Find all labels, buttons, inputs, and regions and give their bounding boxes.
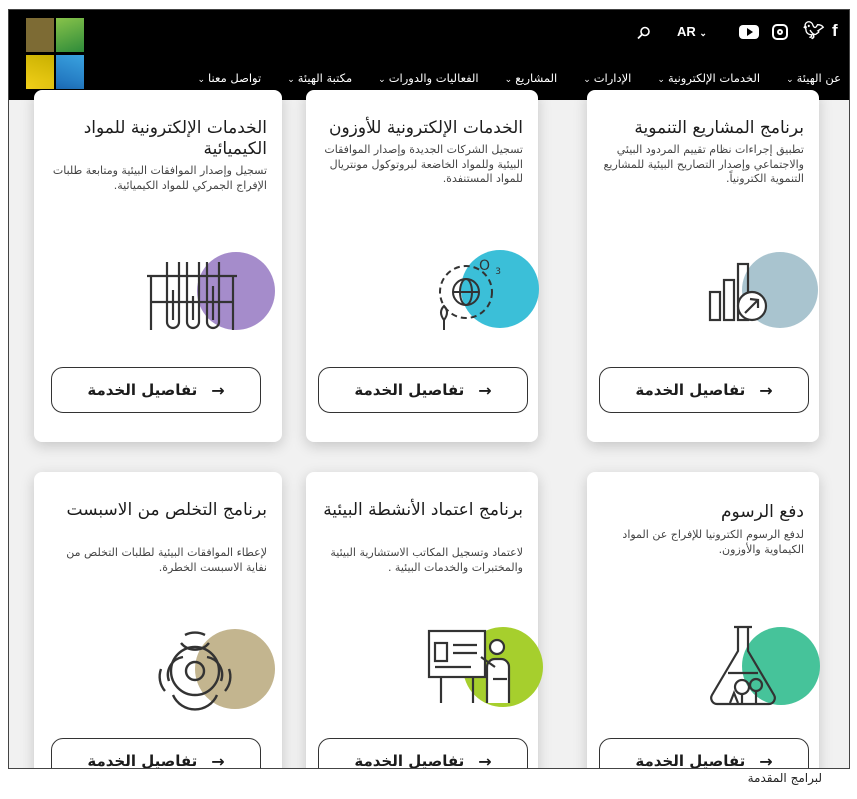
service-details-button[interactable]: → تفاصيل الخدمة	[318, 367, 528, 413]
logo-tile	[26, 55, 54, 89]
nav-item-events[interactable]: الفعاليات والدورات⌄	[378, 71, 479, 85]
card-description: لإعطاء الموافقات البيئية لطلبات التخلص م…	[66, 546, 267, 574]
logo-tile	[26, 18, 54, 52]
svg-text:O: O	[479, 258, 490, 274]
site-header: AR ⌄ 🐦︎ f عن الهيئة⌄ الخدمات الإلكترونية…	[9, 10, 849, 100]
card-illustration: O 3	[416, 240, 546, 340]
globe-ozone-icon: O 3	[439, 258, 501, 330]
main-nav: عن الهيئة⌄ الخدمات الإلكترونية⌄ الإدارات…	[198, 67, 842, 89]
nav-item-label: تواصل معنا	[208, 71, 262, 85]
chevron-down-icon: ⌄	[657, 75, 665, 85]
nav-item-contact[interactable]: تواصل معنا⌄	[198, 71, 262, 85]
button-label: تفاصيل الخدمة	[87, 752, 198, 769]
utility-bar: AR ⌄ 🐦︎ f	[629, 21, 849, 46]
card-description: لاعتماد وتسجيل المكاتب الاستشارية البيئي…	[330, 546, 523, 574]
nav-item-about[interactable]: عن الهيئة⌄	[786, 71, 841, 85]
service-details-button[interactable]: → تفاصيل الخدمة	[318, 738, 528, 769]
card-title: برنامج اعتماد الأنشطة البيئية	[323, 500, 523, 520]
chart-growth-icon	[708, 262, 768, 322]
nav-item-label: المشاريع	[515, 71, 558, 85]
service-card-fees-payment: دفع الرسوم لدفع الرسوم الكترونيا للإفراج…	[587, 472, 820, 769]
card-title: برنامج المشاريع التنموية	[634, 118, 804, 138]
button-label: تفاصيل الخدمة	[635, 381, 746, 399]
presentation-icon	[427, 629, 511, 703]
card-title: الخدمات الإلكترونية للأوزون	[328, 118, 523, 138]
arrow-right-icon: →	[211, 751, 225, 769]
svg-text:3: 3	[495, 267, 501, 277]
nav-item-projects[interactable]: المشاريع⌄	[505, 71, 558, 85]
browser-viewport: AR ⌄ 🐦︎ f عن الهيئة⌄ الخدمات الإلكترونية…	[8, 9, 850, 769]
language-selector[interactable]: AR ⌄	[677, 24, 707, 39]
nav-item-departments[interactable]: الإدارات⌄	[583, 71, 631, 85]
button-label: تفاصيل الخدمة	[87, 381, 198, 399]
flask-plants-icon	[710, 625, 776, 706]
site-logo[interactable]	[26, 18, 86, 90]
logo-tile	[56, 18, 84, 52]
arrow-right-icon: →	[759, 751, 773, 769]
arrow-right-icon: →	[759, 380, 773, 400]
card-description: لدفع الرسوم الكترونيا للإفراج عن المواد …	[622, 528, 804, 556]
card-title: الخدمات الإلكترونية للمواد الكيميائية	[83, 118, 267, 159]
chevron-down-icon: ⌄	[699, 28, 707, 38]
facebook-icon[interactable]: f	[832, 21, 838, 41]
card-illustration	[129, 617, 275, 717]
arrow-right-icon: →	[478, 751, 492, 769]
service-details-button[interactable]: → تفاصيل الخدمة	[599, 367, 809, 413]
nav-item-label: عن الهيئة	[796, 71, 841, 85]
button-label: تفاصيل الخدمة	[354, 752, 465, 769]
chevron-down-icon: ⌄	[786, 75, 794, 85]
service-card-environmental-accreditation: برنامج اعتماد الأنشطة البيئية لاعتماد وت…	[306, 472, 543, 769]
chevron-down-icon: ⌄	[287, 75, 295, 85]
arrow-right-icon: →	[211, 380, 225, 400]
nav-item-label: مكتبة الهيئة	[297, 71, 353, 85]
service-card-development-projects: برنامج المشاريع التنموية تطبيق إجراءات ن…	[587, 90, 819, 442]
instagram-icon[interactable]	[772, 24, 788, 40]
test-tubes-icon	[147, 262, 237, 330]
card-title: برنامج التخلص من الاسبست	[66, 500, 267, 520]
button-label: تفاصيل الخدمة	[354, 381, 465, 399]
biohazard-icon	[158, 631, 232, 711]
service-card-asbestos-disposal: برنامج التخلص من الاسبست لإعطاء الموافقا…	[34, 472, 282, 769]
card-description: تطبيق إجراءات نظام تقييم المردود البيئي …	[603, 143, 804, 185]
services-grid: برنامج المشاريع التنموية تطبيق إجراءات ن…	[9, 90, 849, 769]
nav-item-label: الفعاليات والدورات	[388, 71, 479, 85]
nav-item-e-services[interactable]: الخدمات الإلكترونية⌄	[657, 71, 760, 85]
chevron-down-icon: ⌄	[504, 75, 513, 85]
card-illustration	[129, 240, 275, 340]
card-title: دفع الرسوم	[721, 502, 804, 522]
chevron-down-icon: ⌄	[583, 75, 591, 85]
twitter-icon[interactable]: 🐦︎	[803, 21, 825, 41]
card-illustration	[682, 240, 818, 340]
chevron-down-icon: ⌄	[378, 75, 386, 85]
nav-item-library[interactable]: مكتبة الهيئة⌄	[287, 71, 352, 85]
language-label: AR	[677, 24, 696, 39]
card-illustration	[682, 617, 820, 717]
nav-item-label: الخدمات الإلكترونية	[667, 71, 761, 85]
arrow-right-icon: →	[478, 380, 492, 400]
search-icon[interactable]	[637, 26, 651, 40]
card-description: تسجيل الشركات الجديدة وإصدار الموافقات ا…	[324, 143, 523, 185]
service-card-ozone: الخدمات الإلكترونية للأوزون تسجيل الشركا…	[306, 90, 539, 442]
card-description: تسجيل وإصدار الموافقات البيئية ومتابعة ط…	[52, 164, 267, 192]
image-caption: لبرامج المقدمة	[747, 771, 822, 785]
service-details-button[interactable]: → تفاصيل الخدمة	[599, 738, 809, 769]
service-card-chemicals: الخدمات الإلكترونية للمواد الكيميائية تس…	[34, 90, 282, 442]
card-illustration	[411, 617, 543, 717]
nav-item-label: الإدارات	[593, 71, 632, 85]
service-details-button[interactable]: → تفاصيل الخدمة	[51, 738, 261, 769]
chevron-down-icon: ⌄	[197, 75, 206, 85]
youtube-icon[interactable]	[739, 25, 759, 39]
logo-tile	[56, 55, 84, 89]
service-details-button[interactable]: → تفاصيل الخدمة	[51, 367, 261, 413]
button-label: تفاصيل الخدمة	[635, 752, 746, 769]
